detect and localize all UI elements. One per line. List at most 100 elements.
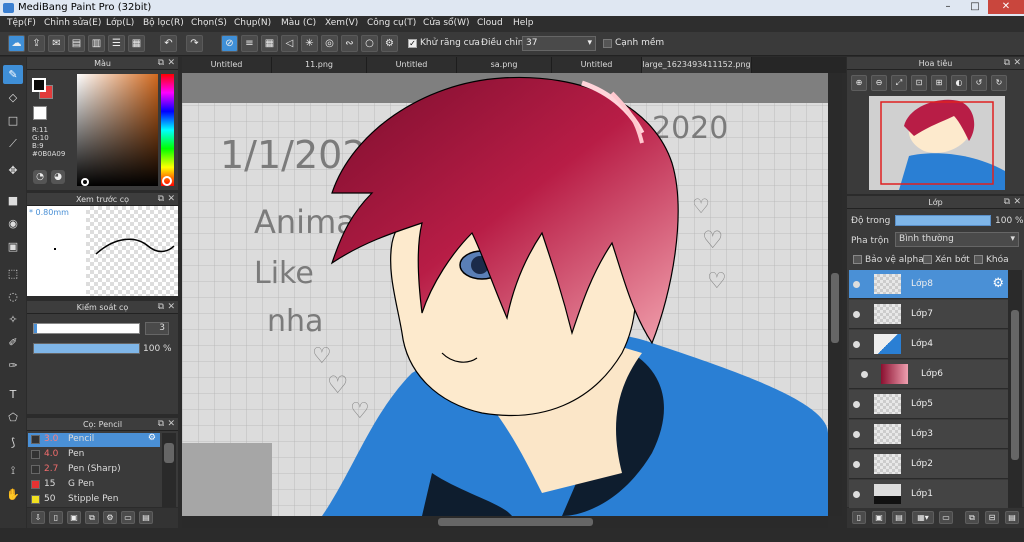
color-wheel-icon[interactable]: ◕ — [51, 170, 65, 184]
folder-icon[interactable]: ▭ — [939, 511, 953, 524]
merge-layer-icon[interactable]: ⊟ — [985, 511, 999, 524]
close-icon[interactable]: ✕ — [167, 418, 175, 431]
transparent-swatch[interactable] — [33, 106, 47, 120]
minimize-button[interactable]: – — [934, 0, 962, 14]
visibility-icon[interactable] — [853, 311, 860, 318]
tab-untitled-3[interactable]: Untitled — [552, 57, 642, 73]
tab-large-png[interactable]: large_1623493411152.png — [642, 57, 752, 73]
panel-divide-icon[interactable]: ⬠ — [3, 408, 23, 427]
adjust-select[interactable]: 37 ▾ — [522, 36, 596, 51]
tab-11-png[interactable]: 11.png — [272, 57, 367, 73]
actual-size-icon[interactable]: ⊡ — [911, 75, 927, 91]
text-tool-icon[interactable]: T — [3, 385, 23, 404]
visibility-icon[interactable] — [853, 431, 860, 438]
cloud-icon[interactable]: ☁ — [8, 35, 25, 52]
visibility-icon[interactable] — [853, 401, 860, 408]
close-icon[interactable]: ✕ — [167, 57, 175, 70]
menu-filter[interactable]: Bộ lọc(R) — [143, 18, 184, 28]
antialias-checkbox[interactable]: ✓ — [408, 39, 417, 48]
export-icon[interactable]: ⇪ — [28, 35, 45, 52]
radial-snap-icon[interactable]: ✳ — [301, 35, 318, 52]
layer-item[interactable]: Lớp2 — [849, 450, 1008, 479]
duplicate-layer-icon[interactable]: ⧉ — [965, 511, 979, 524]
brush-opacity-slider[interactable] — [33, 343, 140, 354]
comment-icon[interactable]: ✉ — [48, 35, 65, 52]
eyedropper-icon[interactable]: ⟆ — [3, 433, 23, 452]
protect-alpha-checkbox[interactable] — [853, 255, 862, 264]
close-icon[interactable]: ✕ — [1013, 57, 1021, 70]
visibility-icon[interactable] — [853, 281, 860, 288]
popout-icon[interactable]: ⧉ — [158, 301, 164, 314]
brush-item[interactable]: 3.0 Pencil ⚙ — [28, 433, 160, 447]
scroll-thumb[interactable] — [438, 518, 593, 526]
brush-settings-icon[interactable]: ⚙ — [103, 511, 117, 524]
canvas-horizontal-scrollbar[interactable] — [182, 516, 828, 528]
visibility-icon[interactable] — [853, 461, 860, 468]
menu-color[interactable]: Màu (C) — [281, 18, 316, 28]
select-eraser-icon[interactable]: ✑ — [3, 356, 23, 375]
close-button[interactable]: ✕ — [988, 0, 1024, 14]
brush-size-slider[interactable] — [33, 323, 140, 334]
scroll-thumb[interactable] — [1011, 310, 1019, 460]
curve-snap-icon[interactable]: ∾ — [341, 35, 358, 52]
popout-icon[interactable]: ⧉ — [158, 418, 164, 431]
rotate-right-icon[interactable]: ↻ — [991, 75, 1007, 91]
fill-tool-icon[interactable]: ◉ — [3, 214, 23, 233]
menu-view[interactable]: Xem(V) — [325, 18, 358, 28]
layer-item[interactable]: Lớp5 — [849, 390, 1008, 419]
menu-cloud[interactable]: Cloud — [477, 18, 503, 28]
saturation-value-picker[interactable] — [77, 74, 158, 186]
tab-untitled-1[interactable]: Untitled — [182, 57, 272, 73]
new-layer-icon[interactable]: ▯ — [852, 511, 866, 524]
copy-brush-icon[interactable]: ⧉ — [85, 511, 99, 524]
layer-item[interactable]: Lớp3 — [849, 420, 1008, 449]
close-icon[interactable]: ✕ — [1013, 196, 1021, 209]
new-brush-icon[interactable]: ▯ — [49, 511, 63, 524]
layer-item[interactable]: Lớp7 — [849, 300, 1008, 329]
menu-window[interactable]: Cửa sổ(W) — [423, 18, 469, 28]
panel-icon[interactable]: ▤ — [68, 35, 85, 52]
fit-window-icon[interactable]: ⤢ — [891, 75, 907, 91]
maximize-button[interactable]: □ — [962, 0, 988, 14]
select-pen-icon[interactable]: ✐ — [3, 333, 23, 352]
undo-icon[interactable]: ↶ — [160, 35, 177, 52]
hand-tool-icon[interactable]: ✋ — [3, 485, 23, 504]
cross-snap-icon[interactable]: ▦ — [261, 35, 278, 52]
folder-icon[interactable]: ▭ — [121, 511, 135, 524]
brush-item[interactable]: 2.7 Pen (Sharp) — [28, 463, 160, 477]
menu-capture[interactable]: Chụp(N) — [234, 18, 271, 28]
add-layer-dropdown-icon[interactable]: ▦▾ — [912, 511, 934, 524]
hue-cursor[interactable] — [162, 176, 172, 186]
select-tool-icon[interactable]: ⬚ — [3, 264, 23, 283]
settings-gear-icon[interactable]: ⚙ — [148, 433, 156, 443]
popout-icon[interactable]: ⧉ — [158, 57, 164, 70]
menu-file[interactable]: Tệp(F) — [7, 18, 36, 28]
blend-mode-select[interactable]: Bình thường ▾ — [895, 232, 1019, 247]
new-color-layer-icon[interactable]: ▣ — [872, 511, 886, 524]
popout-icon[interactable]: ⧉ — [1004, 196, 1010, 209]
settings-gear-icon[interactable]: ⚙ — [381, 35, 398, 52]
dot-tool-icon[interactable]: □ — [3, 111, 23, 130]
brush-item[interactable]: 50 Stipple Pen — [28, 493, 160, 507]
menu-select[interactable]: Chọn(S) — [191, 18, 227, 28]
close-icon[interactable]: ✕ — [167, 301, 175, 314]
layers-scrollbar[interactable] — [1008, 270, 1022, 507]
menu-layer[interactable]: Lớp(L) — [106, 18, 134, 28]
delete-layer-icon[interactable]: ▤ — [1005, 511, 1019, 524]
circle-snap-icon[interactable]: ◎ — [321, 35, 338, 52]
menu-edit[interactable]: Chỉnh sửa(E) — [44, 18, 101, 28]
rotate-left-icon[interactable]: ↺ — [971, 75, 987, 91]
ellipse-snap-icon[interactable]: ○ — [361, 35, 378, 52]
flip-icon[interactable]: ◐ — [951, 75, 967, 91]
menu-tools[interactable]: Công cụ(T) — [367, 18, 416, 28]
cloud-download-icon[interactable]: ⇩ — [31, 511, 45, 524]
picker-cursor[interactable] — [81, 178, 89, 186]
navigator-thumbnail[interactable] — [869, 96, 1005, 190]
soft-edge-checkbox[interactable] — [603, 39, 612, 48]
layer-opacity-slider[interactable] — [895, 215, 991, 226]
add-brush-icon[interactable]: ▣ — [67, 511, 81, 524]
popout-icon[interactable]: ⧉ — [1004, 57, 1010, 70]
clipping-checkbox[interactable] — [923, 255, 932, 264]
palette-icon[interactable]: ◔ — [33, 170, 47, 184]
redo-icon[interactable]: ↷ — [186, 35, 203, 52]
